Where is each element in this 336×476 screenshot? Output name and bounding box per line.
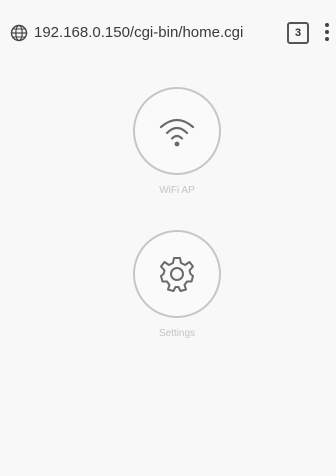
settings-tile[interactable]: Settings — [131, 230, 223, 339]
wifi-ap-button[interactable] — [133, 87, 221, 175]
globe-icon — [10, 24, 28, 42]
url-text[interactable]: 192.168.0.150/cgi-bin/home.cgi — [34, 24, 243, 42]
tab-switcher-button[interactable]: 3 — [287, 22, 309, 44]
wifi-ap-label: WiFi AP — [159, 185, 195, 196]
browser-address-bar: 192.168.0.150/cgi-bin/home.cgi 3 — [0, 0, 336, 64]
settings-label: Settings — [158, 328, 196, 339]
wifi-icon — [159, 118, 195, 147]
gear-icon — [160, 257, 194, 292]
more-vert-icon[interactable] — [322, 23, 332, 43]
settings-button[interactable] — [133, 230, 221, 318]
wifi-ap-tile[interactable]: WiFi AP — [131, 87, 223, 196]
